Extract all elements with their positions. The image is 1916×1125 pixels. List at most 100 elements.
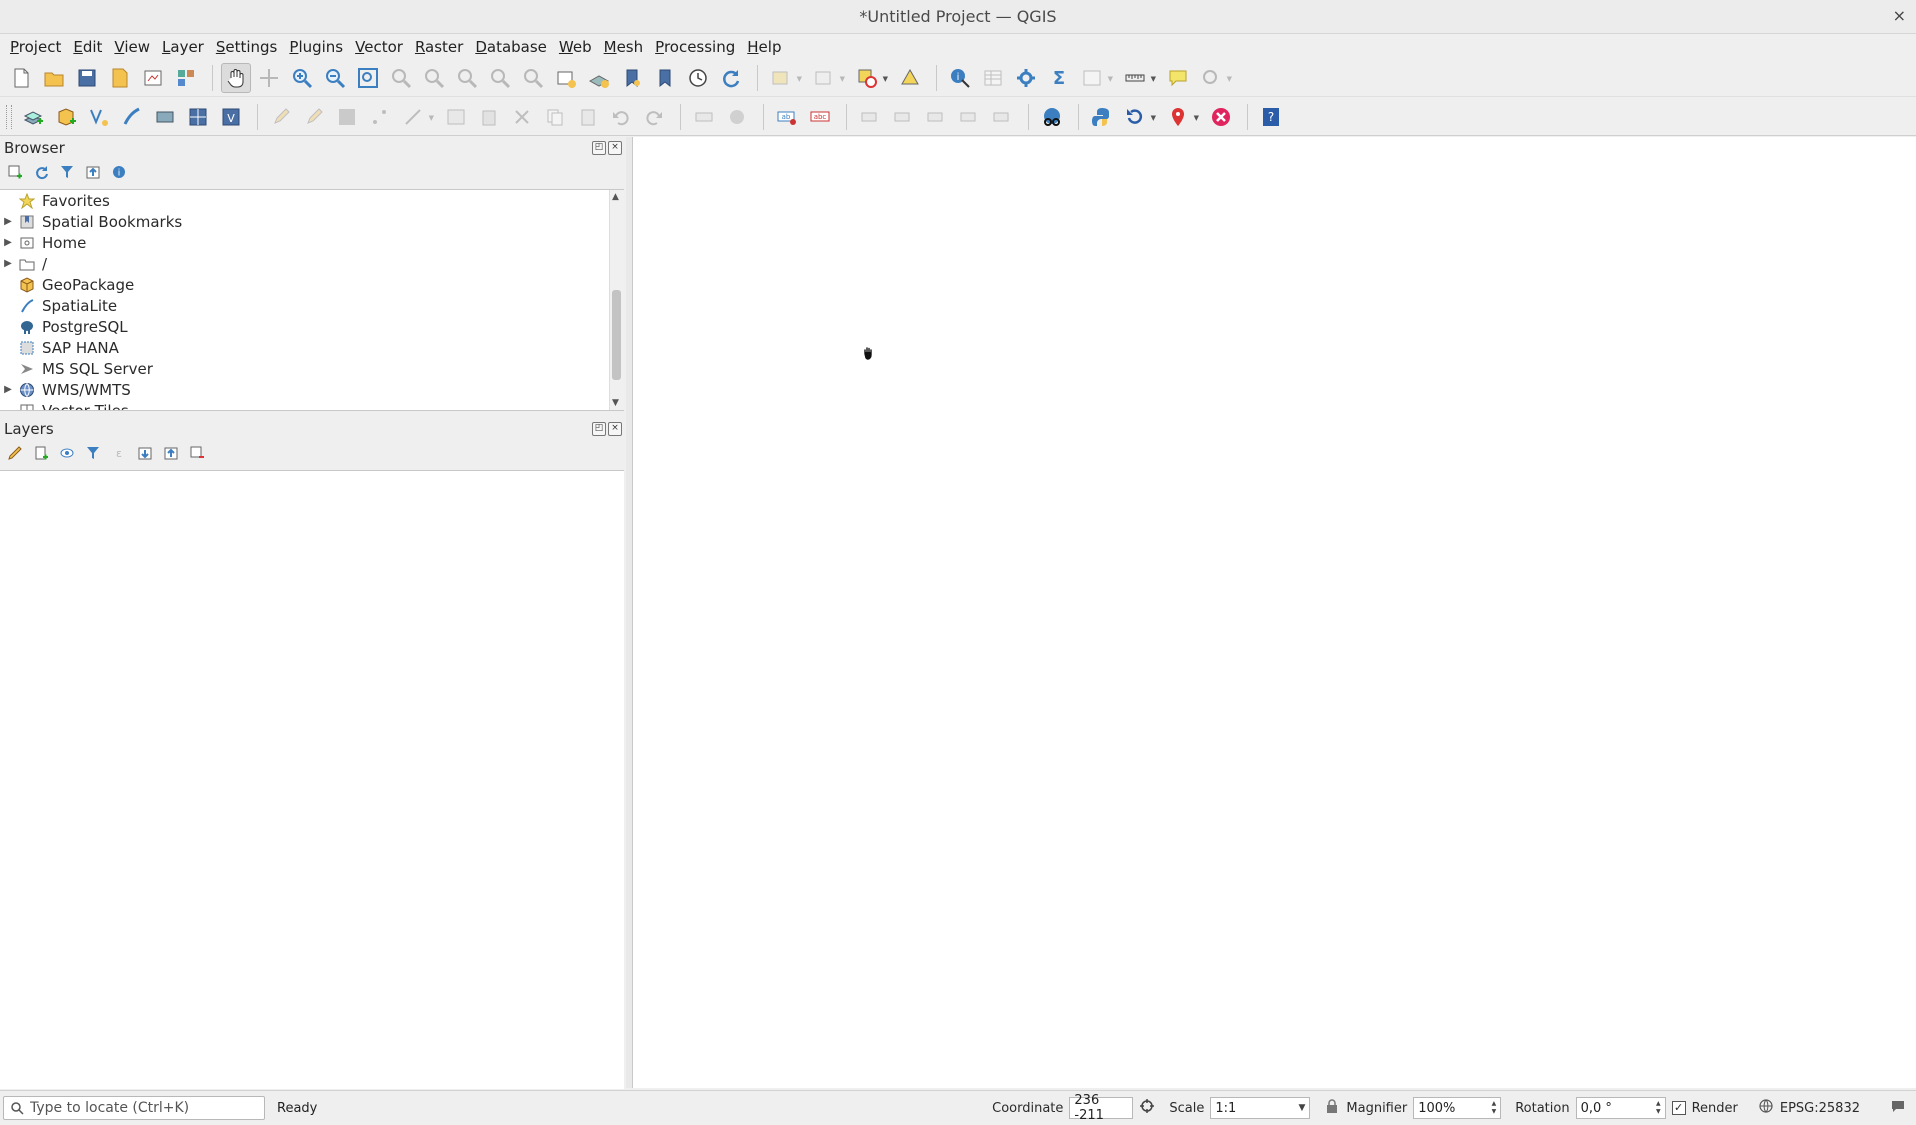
filter-legend-icon[interactable] bbox=[84, 444, 102, 462]
menu-settings[interactable]: Settings bbox=[210, 36, 284, 58]
filter-icon[interactable] bbox=[58, 163, 76, 181]
close-panel-button[interactable]: × bbox=[608, 141, 622, 155]
new-temporary-layer-icon[interactable] bbox=[150, 102, 180, 132]
move-label-icon[interactable] bbox=[921, 102, 951, 132]
menu-help[interactable]: Help bbox=[741, 36, 787, 58]
deselect-features-icon[interactable]: ▼ bbox=[852, 63, 888, 93]
new-bookmark-icon[interactable] bbox=[617, 63, 647, 93]
data-source-manager-icon[interactable] bbox=[18, 102, 48, 132]
new-spatialite-layer-icon[interactable] bbox=[117, 102, 147, 132]
refresh-icon[interactable] bbox=[32, 163, 50, 181]
cut-features-icon[interactable] bbox=[507, 102, 537, 132]
menu-project[interactable]: Project bbox=[4, 36, 67, 58]
add-group-icon[interactable] bbox=[32, 444, 50, 462]
refresh-icon[interactable] bbox=[716, 63, 746, 93]
close-panel-button[interactable]: × bbox=[608, 422, 622, 436]
label-toolbar-icon[interactable]: ab bbox=[772, 102, 802, 132]
python-console-icon[interactable] bbox=[1087, 102, 1117, 132]
labels-icon[interactable]: abc bbox=[805, 102, 835, 132]
manage-visibility-icon[interactable] bbox=[58, 444, 76, 462]
crs-label[interactable]: EPSG:25832 bbox=[1780, 1101, 1860, 1116]
expand-all-icon[interactable] bbox=[136, 444, 154, 462]
pan-to-selection-icon[interactable] bbox=[254, 63, 284, 93]
new-map-view-icon[interactable] bbox=[551, 63, 581, 93]
scroll-up-icon[interactable]: ▲ bbox=[612, 192, 619, 202]
filter-by-expression-icon[interactable]: ε bbox=[110, 444, 128, 462]
toggle-editing-icon[interactable] bbox=[299, 102, 329, 132]
identify-features-icon[interactable]: i bbox=[945, 63, 975, 93]
menu-plugins[interactable]: Plugins bbox=[283, 36, 349, 58]
style-manager-icon[interactable] bbox=[171, 63, 201, 93]
tree-item-wms[interactable]: ▶ WMS/WMTS bbox=[0, 379, 624, 400]
attribute-table-icon[interactable] bbox=[978, 63, 1008, 93]
new-3d-view-icon[interactable] bbox=[584, 63, 614, 93]
tree-item-home[interactable]: ▶ Home bbox=[0, 232, 624, 253]
tree-item-spatial-bookmarks[interactable]: ▶ Spatial Bookmarks bbox=[0, 211, 624, 232]
zoom-in-icon[interactable] bbox=[287, 63, 317, 93]
collapse-all-icon[interactable] bbox=[162, 444, 180, 462]
open-project-icon[interactable] bbox=[39, 63, 69, 93]
add-feature-icon[interactable] bbox=[365, 102, 395, 132]
zoom-full-icon[interactable] bbox=[353, 63, 383, 93]
locator-input[interactable] bbox=[28, 1099, 262, 1117]
locator-settings-icon[interactable]: ▼ bbox=[1196, 63, 1232, 93]
tree-item-sap-hana[interactable]: SAP HANA bbox=[0, 337, 624, 358]
lock-scale-icon[interactable] bbox=[1324, 1098, 1340, 1118]
redo-icon[interactable] bbox=[639, 102, 669, 132]
vertex-tool-icon[interactable]: ▼ bbox=[398, 102, 434, 132]
temporal-controller-icon[interactable] bbox=[683, 63, 713, 93]
copy-features-icon[interactable] bbox=[540, 102, 570, 132]
map-canvas[interactable] bbox=[632, 137, 1916, 1088]
messages-icon[interactable] bbox=[1890, 1098, 1906, 1118]
expand-arrow-icon[interactable]: ▶ bbox=[0, 384, 16, 395]
render-checkbox[interactable]: ✓ bbox=[1671, 1101, 1686, 1115]
menu-view[interactable]: View bbox=[108, 36, 156, 58]
scrollbar-thumb[interactable] bbox=[612, 290, 621, 380]
browser-scrollbar[interactable]: ▲ ▼ bbox=[609, 190, 624, 410]
menu-layer[interactable]: Layer bbox=[156, 36, 210, 58]
crs-globe-icon[interactable] bbox=[1758, 1098, 1774, 1118]
new-shapefile-layer-icon[interactable] bbox=[84, 102, 114, 132]
new-virtual-layer-icon[interactable] bbox=[183, 102, 213, 132]
locator-bar[interactable] bbox=[3, 1096, 265, 1120]
delete-selected-icon[interactable] bbox=[474, 102, 504, 132]
select-features-icon[interactable]: ▼ bbox=[766, 63, 802, 93]
layer-styling-icon[interactable] bbox=[6, 444, 24, 462]
digitize-shape-icon[interactable] bbox=[689, 102, 719, 132]
expand-arrow-icon[interactable]: ▶ bbox=[0, 216, 16, 227]
tree-item-geopackage[interactable]: GeoPackage bbox=[0, 274, 624, 295]
select-by-value-icon[interactable]: ▼ bbox=[809, 63, 845, 93]
close-window-button[interactable]: × bbox=[1893, 6, 1906, 25]
new-geopackage-layer-icon[interactable] bbox=[51, 102, 81, 132]
magnifier-spinbox[interactable]: 100% ▲ ▼ bbox=[1413, 1097, 1502, 1119]
save-edits-icon[interactable] bbox=[332, 102, 362, 132]
select-location-icon[interactable] bbox=[895, 63, 925, 93]
menu-raster[interactable]: Raster bbox=[409, 36, 469, 58]
zoom-to-layer-icon[interactable] bbox=[419, 63, 449, 93]
spin-arrows-icon[interactable]: ▲ ▼ bbox=[1656, 1100, 1661, 1116]
chevron-down-icon[interactable]: ▼ bbox=[1298, 1103, 1305, 1113]
metasearch-icon[interactable] bbox=[1037, 102, 1067, 132]
remove-layer-icon[interactable] bbox=[188, 444, 206, 462]
openlayers-icon[interactable] bbox=[1206, 102, 1236, 132]
expand-arrow-icon[interactable]: ▶ bbox=[0, 258, 16, 269]
tree-item-favorites[interactable]: Favorites bbox=[0, 190, 624, 211]
expand-arrow-icon[interactable]: ▶ bbox=[0, 237, 16, 248]
highlight-pinned-icon[interactable] bbox=[888, 102, 918, 132]
menu-database[interactable]: Database bbox=[469, 36, 553, 58]
plugin-reloader-icon[interactable]: ▼ bbox=[1120, 102, 1156, 132]
zoom-to-selection-icon[interactable] bbox=[386, 63, 416, 93]
new-project-icon[interactable] bbox=[6, 63, 36, 93]
menu-mesh[interactable]: Mesh bbox=[598, 36, 650, 58]
zoom-next-icon[interactable] bbox=[518, 63, 548, 93]
spin-arrows-icon[interactable]: ▲ ▼ bbox=[1492, 1100, 1497, 1116]
modify-attributes-icon[interactable] bbox=[441, 102, 471, 132]
measure-line-icon[interactable]: ▼ bbox=[1120, 63, 1156, 93]
coordinate-field[interactable]: 236 -211 bbox=[1069, 1093, 1134, 1123]
print-layout-icon[interactable] bbox=[138, 63, 168, 93]
help-contents-icon[interactable]: ? bbox=[1256, 102, 1286, 132]
save-project-icon[interactable] bbox=[72, 63, 102, 93]
map-tips-icon[interactable] bbox=[1163, 63, 1193, 93]
show-bookmarks-icon[interactable] bbox=[650, 63, 680, 93]
field-calculator-icon[interactable]: ▼ bbox=[1077, 63, 1113, 93]
